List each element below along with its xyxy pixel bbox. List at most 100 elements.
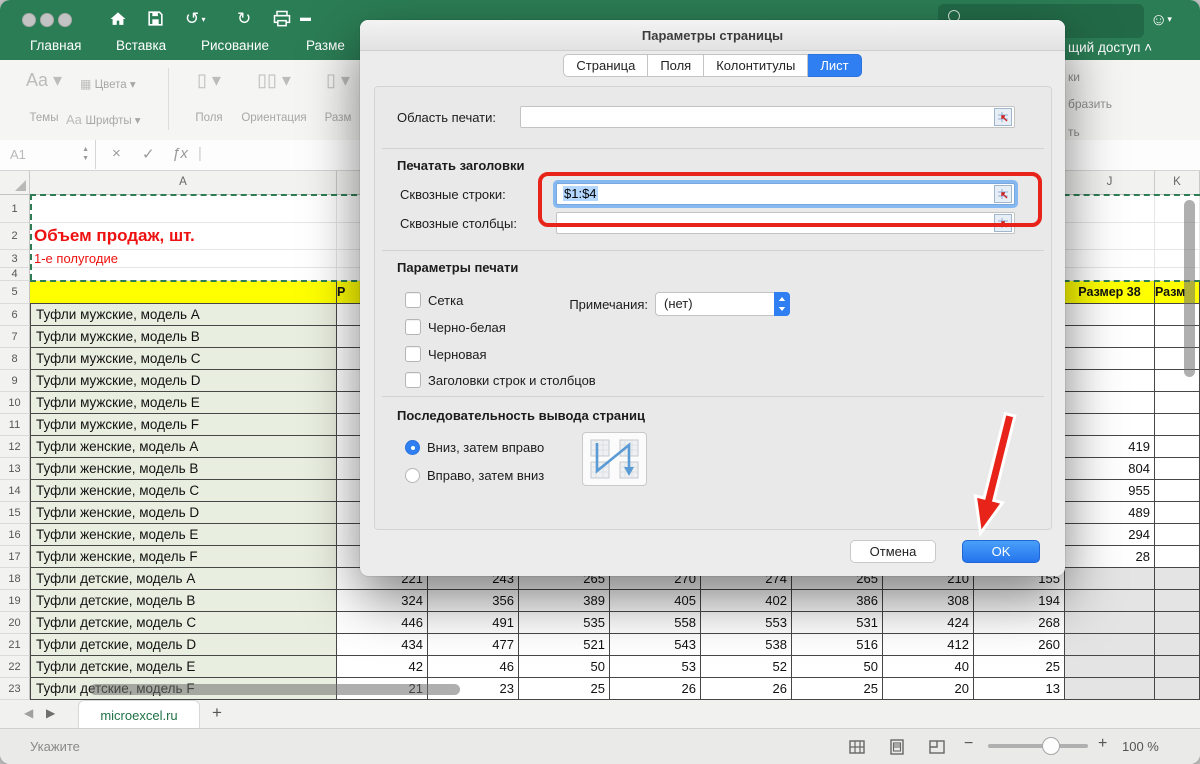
cell-A7[interactable]: Туфли мужские, модель B bbox=[30, 326, 337, 348]
cell-F19[interactable]: 402 bbox=[701, 590, 792, 612]
cell-E23[interactable]: 26 bbox=[610, 678, 701, 700]
row-header-1[interactable]: 1 bbox=[0, 195, 30, 223]
cell-J18[interactable] bbox=[1065, 568, 1155, 590]
column-header-K[interactable]: K bbox=[1155, 170, 1200, 195]
range-selector-icon[interactable] bbox=[994, 108, 1012, 131]
cell-A17[interactable]: Туфли женские, модель F bbox=[30, 546, 337, 568]
cell-K13[interactable] bbox=[1155, 458, 1200, 480]
checkbox-row[interactable]: Черновая bbox=[405, 346, 487, 362]
row-header-13[interactable]: 13 bbox=[0, 458, 30, 480]
checkbox-icon[interactable] bbox=[405, 319, 421, 335]
cell-A20[interactable]: Туфли детские, модель C bbox=[30, 612, 337, 634]
cell-J22[interactable] bbox=[1065, 656, 1155, 678]
add-sheet-button[interactable]: + bbox=[212, 703, 222, 723]
dialog-tab-2[interactable]: Поля bbox=[648, 54, 704, 77]
cell-B21[interactable]: 434 bbox=[337, 634, 428, 656]
row-header-9[interactable]: 9 bbox=[0, 370, 30, 392]
row-header-21[interactable]: 21 bbox=[0, 634, 30, 656]
row-header-12[interactable]: 12 bbox=[0, 436, 30, 458]
cell-I22[interactable]: 25 bbox=[974, 656, 1065, 678]
cell-J7[interactable] bbox=[1065, 326, 1155, 348]
cell-F21[interactable]: 538 bbox=[701, 634, 792, 656]
prev-sheet-icon[interactable]: ◀ bbox=[24, 706, 33, 720]
row-header-11[interactable]: 11 bbox=[0, 414, 30, 436]
cell-J10[interactable] bbox=[1065, 392, 1155, 414]
cell-J19[interactable] bbox=[1065, 590, 1155, 612]
row-header-7[interactable]: 7 bbox=[0, 326, 30, 348]
cell-J14[interactable]: 955 bbox=[1065, 480, 1155, 502]
print-area-field[interactable] bbox=[520, 106, 1015, 128]
cell-K14[interactable] bbox=[1155, 480, 1200, 502]
dialog-tab-4[interactable]: Лист bbox=[808, 54, 861, 77]
horizontal-scrollbar[interactable] bbox=[90, 684, 460, 695]
zoom-out-button[interactable]: − bbox=[964, 735, 973, 753]
cell-J6[interactable] bbox=[1065, 304, 1155, 326]
home-icon[interactable] bbox=[108, 9, 128, 34]
minimize-window-button[interactable] bbox=[40, 13, 54, 27]
cell-K18[interactable] bbox=[1155, 568, 1200, 590]
confirm-entry-icon[interactable]: ✓ bbox=[142, 145, 155, 163]
cell-J2[interactable] bbox=[1065, 223, 1155, 250]
tab-insert[interactable]: Вставка bbox=[116, 38, 166, 53]
cell-A18[interactable]: Туфли детские, модель A bbox=[30, 568, 337, 590]
cell-K12[interactable] bbox=[1155, 436, 1200, 458]
cell-F23[interactable]: 26 bbox=[701, 678, 792, 700]
cell-K16[interactable] bbox=[1155, 524, 1200, 546]
cell-F22[interactable]: 52 bbox=[701, 656, 792, 678]
cell-I19[interactable]: 194 bbox=[974, 590, 1065, 612]
cell-C22[interactable]: 46 bbox=[428, 656, 519, 678]
dialog-tab-1[interactable]: Страница bbox=[563, 54, 648, 77]
cell-J13[interactable]: 804 bbox=[1065, 458, 1155, 480]
cell-J15[interactable]: 489 bbox=[1065, 502, 1155, 524]
collapse-toolbar-icon[interactable]: ▬ bbox=[300, 12, 311, 24]
cell-A19[interactable]: Туфли детские, модель B bbox=[30, 590, 337, 612]
checkbox-row[interactable]: Заголовки строк и столбцов bbox=[405, 372, 596, 388]
cell-J23[interactable] bbox=[1065, 678, 1155, 700]
checkbox-row[interactable]: Черно-белая bbox=[405, 319, 506, 335]
cell-K11[interactable] bbox=[1155, 414, 1200, 436]
cell-J20[interactable] bbox=[1065, 612, 1155, 634]
cell-I23[interactable]: 13 bbox=[974, 678, 1065, 700]
cell-A9[interactable]: Туфли мужские, модель D bbox=[30, 370, 337, 392]
cell-H22[interactable]: 40 bbox=[883, 656, 974, 678]
radio-icon[interactable] bbox=[405, 468, 420, 483]
cell-K22[interactable] bbox=[1155, 656, 1200, 678]
cell-G19[interactable]: 386 bbox=[792, 590, 883, 612]
insert-function-icon[interactable]: ƒx bbox=[172, 145, 188, 162]
checkbox-row[interactable]: Сетка bbox=[405, 292, 463, 308]
name-box[interactable]: A1 ▲▼ bbox=[0, 140, 96, 169]
cell-J16[interactable]: 294 bbox=[1065, 524, 1155, 546]
cell-J9[interactable] bbox=[1065, 370, 1155, 392]
cell-A16[interactable]: Туфли женские, модель E bbox=[30, 524, 337, 546]
colors-button[interactable]: ▦ Цвета ▾ bbox=[80, 74, 150, 94]
cell-K17[interactable] bbox=[1155, 546, 1200, 568]
cell-B20[interactable]: 446 bbox=[337, 612, 428, 634]
row-header-14[interactable]: 14 bbox=[0, 480, 30, 502]
margins-button[interactable]: ▯ ▾ Поля bbox=[186, 70, 232, 124]
share-button-fragment[interactable]: щий доступ ˄ bbox=[1068, 40, 1152, 55]
cell-A13[interactable]: Туфли женские, модель B bbox=[30, 458, 337, 480]
vertical-scrollbar[interactable] bbox=[1184, 200, 1195, 377]
redo-icon[interactable]: ↻ bbox=[237, 9, 251, 29]
cell-K15[interactable] bbox=[1155, 502, 1200, 524]
checkbox-icon[interactable] bbox=[405, 346, 421, 362]
sheet-tab[interactable]: microexcel.ru bbox=[78, 700, 200, 729]
cell-J17[interactable]: 28 bbox=[1065, 546, 1155, 568]
comments-dropdown[interactable]: (нет) bbox=[655, 292, 790, 316]
tab-draw[interactable]: Рисование bbox=[201, 38, 269, 53]
zoom-slider-thumb[interactable] bbox=[1042, 737, 1060, 755]
close-window-button[interactable] bbox=[22, 13, 36, 27]
cell-H19[interactable]: 308 bbox=[883, 590, 974, 612]
cell-H21[interactable]: 412 bbox=[883, 634, 974, 656]
cell-C20[interactable]: 491 bbox=[428, 612, 519, 634]
row-header-3[interactable]: 3 bbox=[0, 250, 30, 268]
cell-B19[interactable]: 324 bbox=[337, 590, 428, 612]
cell-E19[interactable]: 405 bbox=[610, 590, 701, 612]
normal-view-icon[interactable] bbox=[848, 738, 866, 761]
cell-E20[interactable]: 558 bbox=[610, 612, 701, 634]
cell-I21[interactable]: 260 bbox=[974, 634, 1065, 656]
cell-K10[interactable] bbox=[1155, 392, 1200, 414]
themes-button[interactable]: Aa ▾ Темы bbox=[18, 70, 70, 124]
radio-row[interactable]: Вниз, затем вправо bbox=[405, 440, 544, 455]
dialog-tab-3[interactable]: Колонтитулы bbox=[704, 54, 808, 77]
